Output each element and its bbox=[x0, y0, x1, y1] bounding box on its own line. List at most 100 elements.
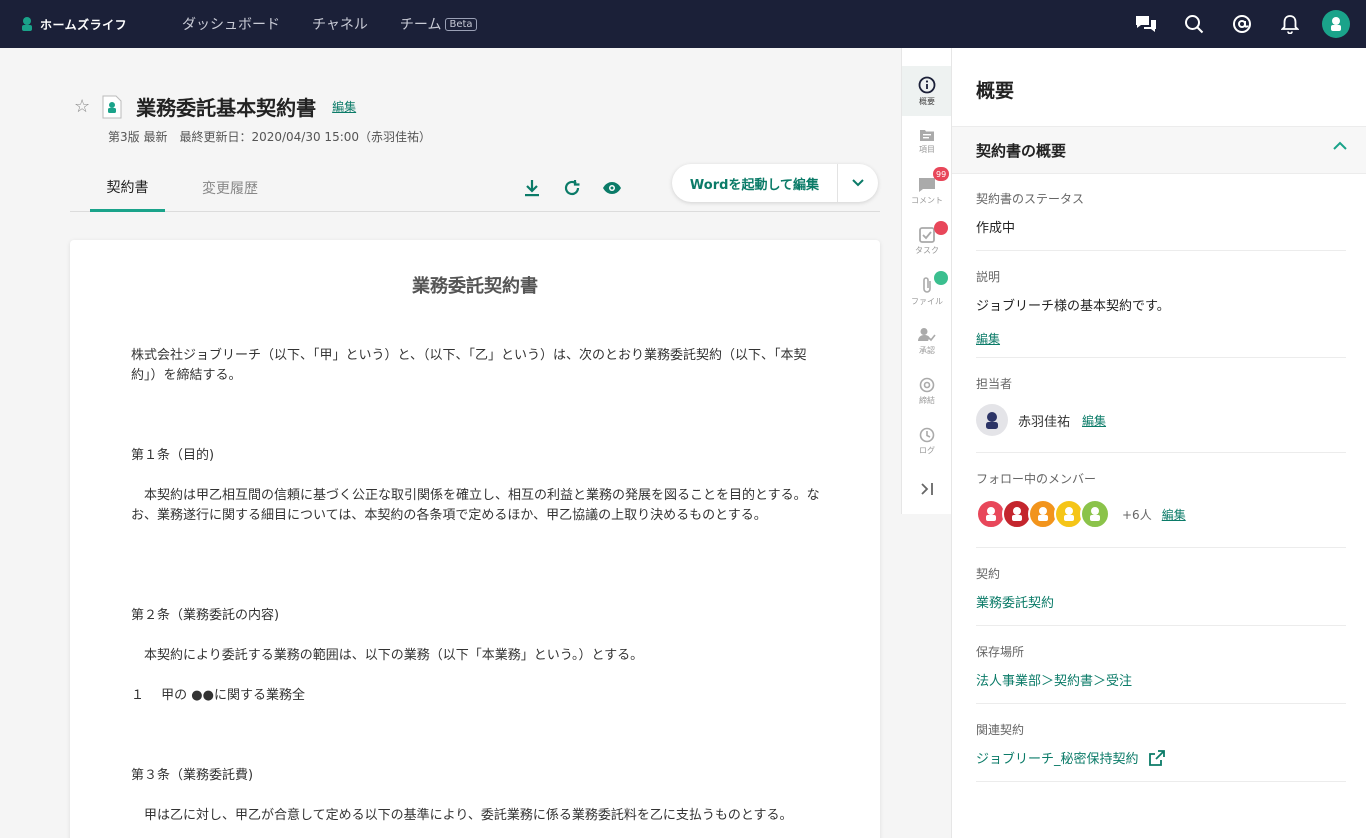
rail-label: 締結 bbox=[919, 395, 935, 405]
download-icon[interactable] bbox=[520, 176, 544, 200]
approval-user-icon bbox=[918, 327, 936, 341]
rail-label: 承認 bbox=[919, 345, 935, 355]
location-link[interactable]: 法人事業部＞契約書＞受注 bbox=[976, 670, 1346, 689]
location-field: 保存場所 法人事業部＞契約書＞受注 bbox=[976, 643, 1346, 704]
document-meta: 第3版 最新 最終更新日：2020/04/30 15:00（赤羽佳祐） bbox=[108, 130, 432, 144]
rail-comments[interactable]: コメント 99 bbox=[902, 166, 952, 216]
preview-eye-icon[interactable] bbox=[600, 176, 624, 200]
beta-badge: Beta bbox=[445, 17, 477, 31]
main-content: ☆ 業務委託基本契約書 編集 第3版 最新 最終更新日：2020/04/30 1… bbox=[0, 48, 901, 838]
follower-avatar[interactable] bbox=[1080, 499, 1110, 529]
article-2-heading: 第２条（業務委託の内容) bbox=[131, 608, 280, 623]
tab-contract[interactable]: 契約書 bbox=[90, 164, 165, 212]
rail-fields[interactable]: 項目 bbox=[902, 116, 952, 166]
owner-label: 担当者 bbox=[976, 377, 1013, 391]
rail-tasks[interactable]: タスク bbox=[902, 216, 952, 266]
contract-type-field: 契約 業務委託契約 bbox=[976, 565, 1346, 626]
rail-approval[interactable]: 承認 bbox=[902, 316, 952, 366]
collapse-panel-icon[interactable] bbox=[902, 464, 952, 514]
star-icon[interactable]: ☆ bbox=[74, 96, 90, 117]
followers-label: フォロー中のメンバー bbox=[976, 472, 1097, 486]
top-nav: ホームズライフ ダッシュボード チャネル チーム Beta bbox=[0, 0, 1366, 48]
followers-field: フォロー中のメンバー +6人 編集 bbox=[976, 470, 1346, 548]
rail-overview[interactable]: 概要 bbox=[902, 66, 952, 116]
brand-logo-icon bbox=[22, 17, 32, 31]
task-badge bbox=[934, 221, 948, 235]
article-1-body: 本契約は甲乙相互間の信頼に基づく公正な取引関係を確立し、相互の利益と業務の発展を… bbox=[131, 488, 820, 523]
search-icon[interactable] bbox=[1170, 0, 1218, 48]
contract-document: 業務委託契約書 株式会社ジョブリーチ（以下、「甲」という）と、（以下、「乙」とい… bbox=[70, 240, 880, 838]
brand[interactable]: ホームズライフ bbox=[20, 16, 170, 33]
rail-label: タスク bbox=[915, 245, 939, 255]
owner-field: 担当者 赤羽佳祐 編集 bbox=[976, 375, 1346, 453]
rail-label: ファイル bbox=[911, 296, 943, 306]
rail-label: コメント bbox=[911, 195, 943, 205]
rail-log[interactable]: ログ bbox=[902, 416, 952, 466]
panel-title: 概要 bbox=[976, 80, 1015, 102]
article-1-heading: 第１条（目的) bbox=[131, 448, 215, 463]
status-field: 契約書のステータス 作成中 bbox=[976, 190, 1346, 251]
nav-team-label: チーム bbox=[399, 17, 442, 33]
edit-followers-link[interactable]: 編集 bbox=[1162, 506, 1186, 523]
user-avatar[interactable] bbox=[1322, 10, 1350, 38]
mention-icon[interactable] bbox=[1218, 0, 1266, 48]
contract-type-link[interactable]: 業務委託契約 bbox=[976, 592, 1346, 611]
status-value: 作成中 bbox=[976, 221, 1016, 236]
location-label: 保存場所 bbox=[976, 645, 1025, 659]
document-title: 業務委託基本契約書 bbox=[136, 96, 317, 120]
paperclip-icon bbox=[923, 276, 931, 293]
article-2-item: １ 甲の ●●に関する業務全 bbox=[131, 688, 305, 703]
section-title: 契約書の概要 bbox=[976, 141, 1067, 160]
contract-type-label: 契約 bbox=[976, 567, 1001, 581]
rail-signing[interactable]: 締結 bbox=[902, 366, 952, 416]
file-badge bbox=[934, 271, 948, 285]
side-icon-rail: 概要 項目 コメント 99 タスク ファイル 承認 締結 ログ bbox=[901, 48, 952, 514]
folder-icon bbox=[920, 129, 934, 141]
comment-count-badge: 99 bbox=[933, 167, 950, 181]
rail-label: 概要 bbox=[919, 96, 935, 106]
user-icon bbox=[1331, 17, 1341, 31]
related-field: 関連契約 ジョブリーチ_秘密保持契約 bbox=[976, 721, 1346, 782]
rail-label: 項目 bbox=[919, 144, 935, 154]
target-icon bbox=[919, 377, 935, 392]
comment-icon bbox=[919, 177, 935, 192]
word-edit-group: Wordを起動して編集 bbox=[672, 164, 878, 202]
nav-dashboard[interactable]: ダッシュボード bbox=[182, 14, 280, 34]
rail-label: ログ bbox=[919, 445, 935, 455]
edit-description-link[interactable]: 編集 bbox=[976, 332, 1000, 346]
task-check-icon bbox=[919, 226, 935, 243]
contract-intro: 株式会社ジョブリーチ（以下、「甲」という）と、（以下、「乙」という）は、次のとお… bbox=[131, 348, 807, 383]
document-tabs: 契約書 変更履歴 Wordを起動して編集 bbox=[70, 164, 880, 212]
info-icon bbox=[918, 76, 936, 93]
edit-title-link[interactable]: 編集 bbox=[332, 98, 356, 115]
followers-more-count[interactable]: +6人 bbox=[1122, 506, 1152, 523]
contract-heading: 業務委託契約書 bbox=[412, 276, 538, 297]
refresh-icon[interactable] bbox=[560, 176, 584, 200]
article-3-heading: 第３条（業務委託費) bbox=[131, 768, 254, 783]
overview-panel: 概要 契約書の概要 契約書のステータス 作成中 説明 ジョブリーチ様の基本契約で… bbox=[951, 48, 1366, 838]
chevron-down-icon[interactable] bbox=[838, 164, 878, 202]
document-icon bbox=[102, 95, 122, 118]
rail-files[interactable]: ファイル bbox=[902, 266, 952, 316]
description-label: 説明 bbox=[976, 270, 1001, 284]
clock-icon bbox=[919, 427, 935, 442]
related-label: 関連契約 bbox=[976, 723, 1025, 737]
open-word-button[interactable]: Wordを起動して編集 bbox=[672, 164, 838, 202]
description-value: ジョブリーチ様の基本契約です。 bbox=[976, 299, 1170, 314]
section-header[interactable]: 契約書の概要 bbox=[952, 126, 1366, 174]
chevron-up-icon[interactable] bbox=[1333, 141, 1347, 151]
brand-name: ホームズライフ bbox=[40, 17, 128, 32]
status-label: 契約書のステータス bbox=[976, 192, 1085, 206]
external-link-icon[interactable] bbox=[1148, 749, 1165, 766]
related-contract-link[interactable]: ジョブリーチ_秘密保持契約 bbox=[976, 748, 1139, 767]
edit-owner-link[interactable]: 編集 bbox=[1082, 412, 1106, 429]
chat-icon[interactable] bbox=[1122, 0, 1170, 48]
article-2-body: 本契約により委託する業務の範囲は、以下の業務（以下「本業務」という。）とする。 bbox=[131, 648, 644, 663]
nav-channel[interactable]: チャネル bbox=[312, 14, 368, 34]
nav-team[interactable]: チーム Beta bbox=[400, 14, 477, 34]
owner-name: 赤羽佳祐 bbox=[1018, 414, 1071, 430]
tab-history[interactable]: 変更履歴 bbox=[190, 164, 270, 212]
description-field: 説明 ジョブリーチ様の基本契約です。 編集 bbox=[976, 268, 1346, 358]
owner-avatar bbox=[976, 404, 1008, 436]
bell-icon[interactable] bbox=[1266, 0, 1314, 48]
